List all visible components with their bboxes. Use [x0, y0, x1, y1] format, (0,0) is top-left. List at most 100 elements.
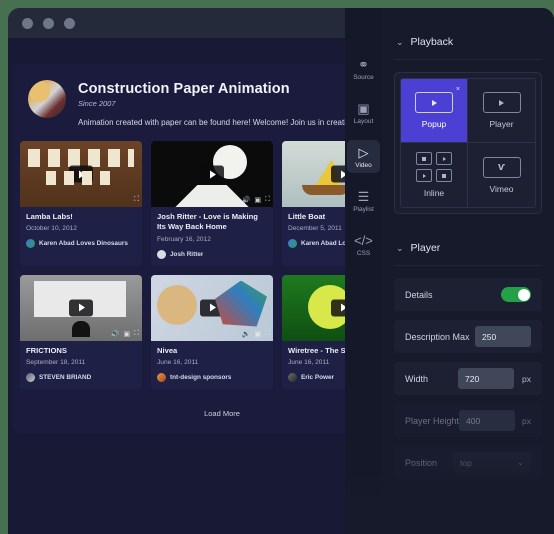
chevron-down-icon: ⌄: [396, 36, 404, 47]
video-card[interactable]: ⛶ Lamba Labs! October 10, 2012 Karen Aba…: [20, 141, 142, 266]
video-title: Josh Ritter - Love is Making Its Way Bac…: [157, 212, 258, 232]
video-author: Josh Ritter: [157, 249, 267, 259]
details-toggle[interactable]: [501, 287, 531, 302]
setting-row-width: Width px: [394, 362, 542, 395]
setting-row-details: Details: [394, 278, 542, 311]
video-author: tnt-design sponsors: [157, 372, 267, 382]
player-height-unit: px: [522, 415, 531, 426]
author-avatar: [26, 239, 35, 249]
thumbnail-controls[interactable]: 🔊 ▣ ⛶: [242, 330, 270, 338]
mode-label: Inline: [423, 188, 445, 198]
volume-icon[interactable]: 🔊: [242, 196, 251, 204]
play-icon[interactable]: [200, 299, 224, 316]
sidebar-item-label: Playlist: [353, 206, 374, 213]
author-name: tnt-design sponsors: [170, 373, 232, 381]
author-avatar: [288, 372, 297, 382]
captions-icon[interactable]: ▣: [254, 330, 261, 338]
position-select[interactable]: top ⌄: [453, 452, 531, 473]
sidebar-item-layout[interactable]: ▣ Layout: [347, 96, 380, 129]
video-title: Lamba Labs!: [26, 212, 73, 221]
window-minimize-button[interactable]: [22, 17, 33, 29]
sidebar-item-source[interactable]: ⚭ Source: [347, 52, 380, 85]
video-thumbnail[interactable]: 🔊 ▣ ⛶: [151, 274, 273, 341]
author-name: Josh Ritter: [170, 250, 204, 258]
mode-tile-player[interactable]: Player: [468, 79, 535, 143]
setting-label: Width: [405, 373, 429, 384]
panel-sidebar: ⚭ Source ▣ Layout ▷ Video ☰ Playlist </>…: [345, 8, 382, 534]
fullscreen-icon[interactable]: ⛶: [265, 330, 270, 338]
setting-row-position: Position top ⌄: [394, 446, 542, 479]
video-thumbnail[interactable]: ⛶: [20, 141, 142, 207]
width-input[interactable]: [458, 368, 514, 389]
author-avatar: [26, 372, 35, 382]
video-date: June 16, 2011: [157, 358, 199, 366]
video-card[interactable]: 🔊 ▣ ⛶ Nivea June 16, 2011 tnt-design spo…: [151, 274, 273, 389]
layout-icon: ▣: [357, 101, 370, 116]
play-icon[interactable]: [69, 165, 93, 183]
thumbnail-controls[interactable]: 🔊 ▣ ⛶: [111, 330, 139, 338]
player-height-input[interactable]: [459, 410, 516, 431]
video-card-body: Lamba Labs! October 10, 2012 Karen Abad …: [20, 207, 142, 255]
description-max-input[interactable]: [475, 326, 531, 347]
section-title: Playback: [410, 36, 454, 48]
section-title: Player: [410, 242, 441, 254]
chevron-down-icon: ⌄: [516, 457, 524, 467]
video-title: FRICTIONS: [26, 345, 67, 355]
captions-icon[interactable]: ▣: [123, 330, 130, 338]
setting-label: Description Max: [405, 331, 470, 342]
author-avatar: [157, 249, 166, 259]
close-icon[interactable]: ×: [456, 86, 460, 93]
sidebar-item-playlist[interactable]: ☰ Playlist: [347, 184, 380, 217]
setting-row-player-height: Player Height px: [394, 404, 542, 437]
sidebar-item-css[interactable]: </> CSS: [347, 228, 380, 261]
video-thumbnail[interactable]: 🔊 ▣ ⛶: [151, 141, 273, 207]
mode-tile-vimeo[interactable]: ѵ Vimeo: [468, 143, 535, 207]
app-window: Construction Paper Animation Since 2007 …: [8, 8, 554, 534]
video-thumbnail[interactable]: 🔊 ▣ ⛶: [20, 274, 142, 341]
mode-label: Popup: [421, 119, 447, 129]
mode-tile-popup[interactable]: × Popup: [401, 79, 468, 143]
vimeo-glyph: ѵ: [497, 161, 506, 173]
fullscreen-icon[interactable]: ⛶: [134, 196, 139, 204]
fullscreen-icon[interactable]: ⛶: [134, 330, 139, 338]
setting-label: Player Height: [405, 415, 460, 426]
link-icon: ⚭: [358, 57, 369, 72]
window-maximize-button[interactable]: [43, 17, 54, 29]
mode-label: Player: [489, 119, 514, 129]
captions-icon[interactable]: ▣: [254, 196, 261, 204]
video-author: STEVEN BRIAND: [26, 372, 136, 382]
settings-panel: ⚭ Source ▣ Layout ▷ Video ☰ Playlist </>…: [345, 8, 554, 534]
video-card[interactable]: 🔊 ▣ ⛶ Josh Ritter - Love is Making Its W…: [151, 141, 273, 266]
fullscreen-icon[interactable]: ⛶: [265, 196, 270, 204]
player-screen-icon: [482, 92, 521, 113]
list-icon: ☰: [357, 189, 370, 204]
volume-icon[interactable]: 🔊: [242, 330, 251, 338]
playback-mode-box: × Popup Player Inline ѵ Vimeo: [394, 72, 542, 214]
vimeo-icon: ѵ: [482, 156, 521, 178]
author-name: Eric Power: [301, 373, 335, 381]
video-author: Karen Abad Loves Dinosaurs: [26, 239, 136, 249]
play-icon[interactable]: [200, 165, 224, 183]
sidebar-item-label: Video: [355, 162, 372, 169]
thumbnail-controls[interactable]: ⛶: [134, 196, 139, 204]
player-section-header[interactable]: ⌄ Player: [394, 214, 542, 265]
sidebar-item-video[interactable]: ▷ Video: [347, 140, 380, 173]
thumbnail-controls[interactable]: 🔊 ▣ ⛶: [242, 196, 270, 204]
author-name: STEVEN BRIAND: [39, 373, 92, 381]
load-more-button[interactable]: Load More: [204, 409, 240, 418]
playback-section-header[interactable]: ⌄ Playback: [394, 8, 542, 59]
setting-label: Position: [405, 457, 438, 468]
inline-grid-icon: [416, 152, 452, 182]
video-card-body: Josh Ritter - Love is Making Its Way Bac…: [151, 207, 273, 266]
author-name: Karen Abad Loves Dinosaurs: [39, 240, 128, 248]
avatar: [28, 80, 66, 118]
video-card-body: FRICTIONS September 18, 2011 STEVEN BRIA…: [20, 341, 142, 389]
setting-label: Details: [405, 289, 433, 300]
video-card[interactable]: 🔊 ▣ ⛶ FRICTIONS September 18, 2011 STEVE…: [20, 274, 142, 389]
window-close-button[interactable]: [64, 17, 75, 29]
volume-icon[interactable]: 🔊: [111, 330, 120, 338]
divider: [394, 59, 542, 60]
play-icon[interactable]: [69, 299, 93, 316]
video-date: February 16, 2012: [157, 235, 211, 243]
mode-tile-inline[interactable]: Inline: [401, 143, 468, 207]
